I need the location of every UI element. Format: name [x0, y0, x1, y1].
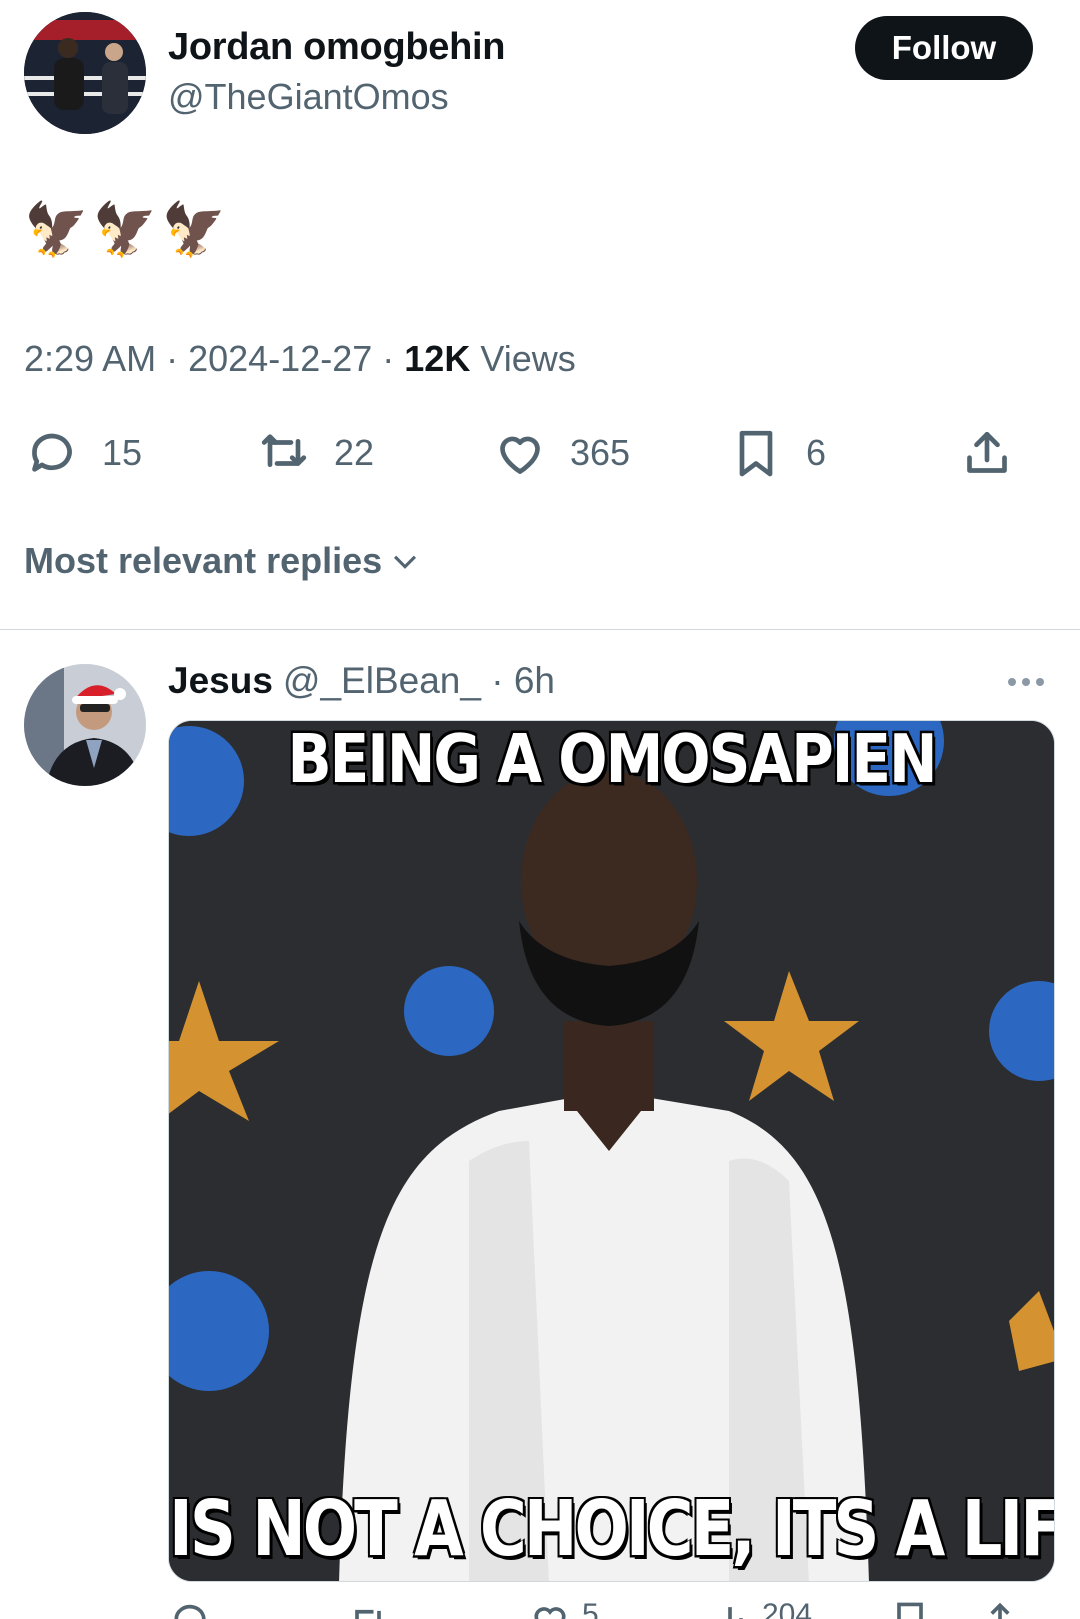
- meme-top-text: BEING A OMOSAPIEN: [287, 720, 937, 799]
- reply-avatar[interactable]: [24, 664, 146, 786]
- repost-icon: [261, 434, 307, 467]
- reply-actions-bar: 5 204: [168, 1598, 1048, 1619]
- meme-photo: [169, 721, 1054, 1581]
- reply-display-name[interactable]: Jesus: [168, 660, 273, 701]
- heart-icon: [534, 1607, 566, 1619]
- repost-button[interactable]: 22: [256, 423, 374, 483]
- reply-views-count: 204: [762, 1598, 813, 1619]
- heart-icon: [500, 436, 540, 474]
- share-button[interactable]: [959, 423, 1015, 483]
- repost-count: 22: [334, 432, 375, 473]
- views-label: Views: [480, 338, 576, 379]
- share-icon: [990, 1602, 1010, 1619]
- reply-button[interactable]: 15: [24, 423, 142, 483]
- more-options-icon[interactable]: [1008, 670, 1052, 694]
- author-avatar[interactable]: [24, 12, 146, 134]
- tweet-meta: 2:29 AM · 2024-12-27 · 12K Views: [24, 338, 576, 380]
- tweet-actions-bar: 15 22 365 6: [24, 423, 1044, 483]
- reply-bookmark-button[interactable]: [888, 1598, 932, 1619]
- reply-age[interactable]: 6h: [514, 660, 555, 701]
- meta-separator: ·: [382, 338, 405, 379]
- reply-reply-button[interactable]: [168, 1598, 212, 1619]
- reply-share-button[interactable]: [978, 1598, 1022, 1619]
- like-button[interactable]: 365: [492, 423, 630, 483]
- replies-sort-label: Most relevant replies: [24, 540, 383, 581]
- share-icon: [967, 432, 1007, 473]
- replies-sort-dropdown[interactable]: Most relevant replies: [24, 540, 422, 582]
- reply-handle[interactable]: @_ElBean_: [283, 660, 481, 701]
- meme-bottom-text: IS NOT A CHOICE, ITS A LIFESTYLE.: [169, 1485, 1054, 1575]
- tweet-time[interactable]: 2:29 AM: [24, 338, 156, 379]
- meta-separator: ·: [166, 338, 189, 379]
- bookmark-icon: [897, 1602, 923, 1619]
- reply-repost-button[interactable]: [346, 1598, 390, 1619]
- chevron-down-icon: [394, 555, 417, 569]
- reply-media-image[interactable]: BEING A OMOSAPIEN IS NOT A CHOICE, ITS A…: [168, 720, 1055, 1582]
- bookmark-button[interactable]: 6: [728, 423, 826, 483]
- like-count: 365: [570, 432, 631, 473]
- meta-separator: ·: [480, 660, 514, 701]
- bookmark-icon: [739, 430, 773, 477]
- repost-icon: [355, 1609, 381, 1619]
- views-count: 12K: [404, 338, 471, 379]
- bookmark-count: 6: [806, 432, 827, 473]
- reply-icon: [174, 1604, 206, 1619]
- reply-icon: [32, 433, 72, 472]
- views-icon: [728, 1607, 743, 1619]
- tweet-date[interactable]: 2024-12-27: [188, 338, 372, 379]
- reply-views-button[interactable]: 204: [708, 1598, 812, 1619]
- author-avatar-image: [24, 12, 146, 134]
- follow-button[interactable]: Follow: [855, 16, 1033, 80]
- reply-like-count: 5: [582, 1598, 599, 1619]
- tweet-text: 🦅🦅🦅: [24, 201, 231, 259]
- author-display-name[interactable]: Jordan omogbehin: [168, 26, 506, 69]
- reply-avatar-image: [24, 664, 146, 786]
- author-handle[interactable]: @TheGiantOmos: [168, 76, 449, 118]
- reply-like-button[interactable]: 5: [528, 1598, 599, 1619]
- reply-count: 15: [102, 432, 143, 473]
- divider: [0, 629, 1080, 630]
- reply-header: Jesus @_ElBean_ · 6h: [168, 660, 555, 702]
